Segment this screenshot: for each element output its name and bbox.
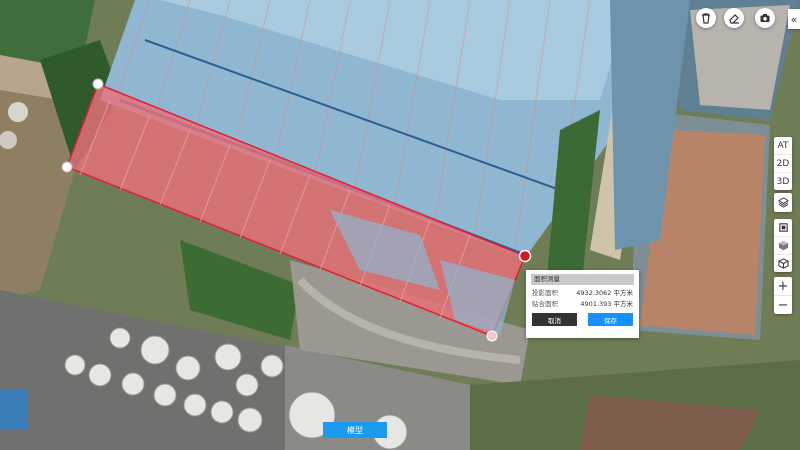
eraser-icon — [729, 14, 739, 24]
box-button[interactable] — [774, 219, 792, 237]
projected-area-label: 投影面积 — [532, 289, 558, 297]
trash-icon — [702, 13, 710, 24]
polygon-vertex-handle[interactable] — [486, 330, 498, 342]
surface-area-value: 4901.393 平方米 — [580, 300, 633, 308]
area-measure-popup: 面积测量 投影面积 4932.3062 平方米 贴合面积 4901.393 平方… — [526, 270, 639, 338]
cube-button[interactable] — [774, 237, 792, 255]
surface-area-row: 贴合面积 4901.393 平方米 — [526, 299, 639, 310]
view-mode-2d[interactable]: 2D — [774, 155, 792, 173]
zoom-out-button[interactable]: − — [774, 296, 792, 314]
box-icon — [778, 223, 788, 232]
cube-icon — [778, 240, 788, 251]
projected-area-value: 4932.3062 平方米 — [576, 289, 633, 297]
popup-actions: 取消 保存 — [526, 310, 639, 326]
model-button[interactable]: 模型 — [323, 422, 387, 438]
projected-area-row: 投影面积 4932.3062 平方米 — [526, 288, 639, 299]
zoom-panel: + − — [774, 277, 792, 314]
layer-toggle-panel — [774, 193, 792, 212]
surface-area-label: 贴合面积 — [532, 300, 558, 308]
cancel-button[interactable]: 取消 — [532, 313, 577, 326]
view-mode-3d[interactable]: 3D — [774, 173, 792, 190]
delete-button[interactable] — [696, 8, 716, 28]
stack-icon — [777, 258, 789, 269]
polygon-vertex-active[interactable] — [518, 249, 532, 263]
screenshot-button[interactable] — [755, 8, 775, 28]
eraser-button[interactable] — [724, 8, 744, 28]
view-mode-panel: AT 2D 3D — [774, 137, 792, 190]
collapse-panel-button[interactable]: « — [788, 9, 800, 29]
view-mode-at[interactable]: AT — [774, 137, 792, 155]
camera-icon — [760, 14, 770, 22]
layers-icon — [777, 197, 789, 208]
polygon-vertex-handle[interactable] — [92, 78, 104, 90]
popup-title: 面积测量 — [531, 274, 634, 285]
stack-button[interactable] — [774, 255, 792, 272]
layers-button[interactable] — [774, 193, 792, 212]
save-button[interactable]: 保存 — [588, 313, 633, 326]
polygon-vertex-handle[interactable] — [61, 161, 73, 173]
display-panel — [774, 219, 792, 272]
aerial-map[interactable] — [0, 0, 800, 450]
zoom-in-button[interactable]: + — [774, 277, 792, 296]
